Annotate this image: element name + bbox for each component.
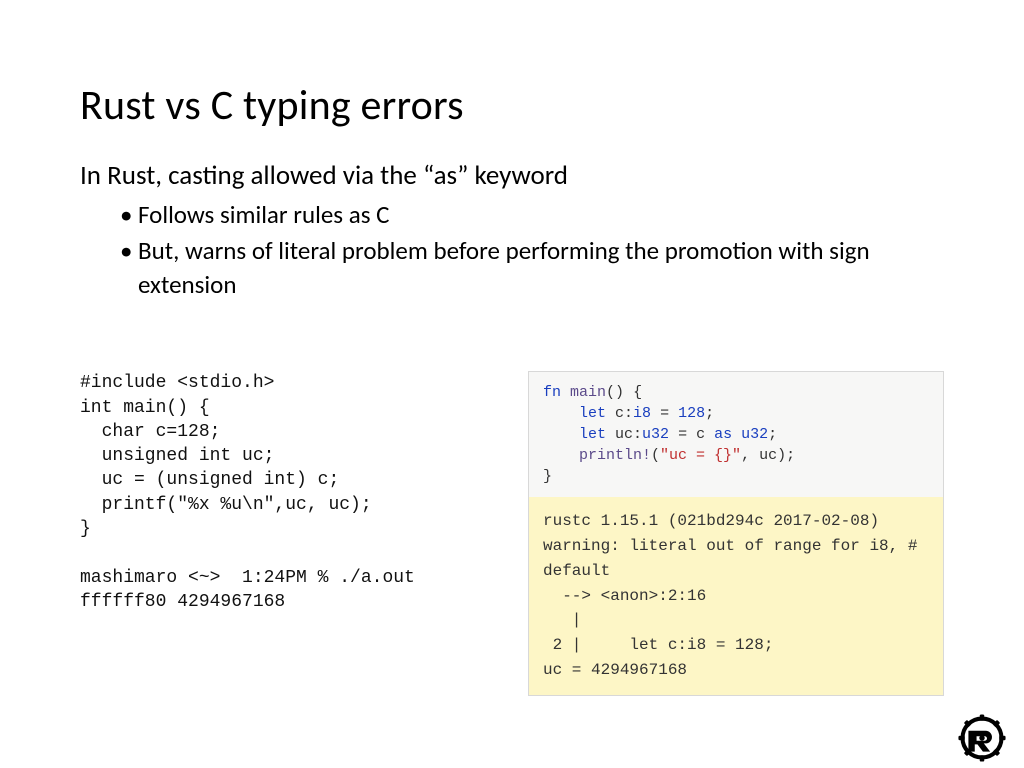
var: c: xyxy=(606,405,633,422)
rest: , uc); xyxy=(741,447,795,464)
rust-logo-icon xyxy=(954,714,1010,762)
columns: #include <stdio.h> int main() { char c=1… xyxy=(80,371,944,696)
eq: = xyxy=(651,405,678,422)
lead-text: In Rust, casting allowed via the “as” ke… xyxy=(80,159,944,192)
rust-code-block: fn main() { let c:i8 = 128; let uc:u32 =… xyxy=(529,372,943,497)
brace: { xyxy=(624,384,642,401)
slide-title: Rust vs C typing errors xyxy=(80,80,944,131)
eq: = c xyxy=(669,426,714,443)
bullet-list: Follows similar rules as C But, warns of… xyxy=(80,198,944,301)
paren: () xyxy=(606,384,624,401)
c-code-block: #include <stdio.h> int main() { char c=1… xyxy=(80,371,500,614)
brace: } xyxy=(543,468,552,485)
bullet-item: But, warns of literal problem before per… xyxy=(138,234,944,302)
string-lit: "uc = {}" xyxy=(660,447,741,464)
keyword-let: let xyxy=(579,405,606,422)
rust-panel: fn main() { let c:i8 = 128; let uc:u32 =… xyxy=(528,371,944,696)
type-u32: u32 xyxy=(642,426,669,443)
keyword-fn: fn xyxy=(543,384,561,401)
var: uc: xyxy=(606,426,642,443)
fn-name: main xyxy=(570,384,606,401)
indent xyxy=(543,426,579,443)
num-128: 128 xyxy=(678,405,705,422)
indent xyxy=(543,405,579,422)
type-u32: u32 xyxy=(741,426,768,443)
sp xyxy=(732,426,741,443)
rust-output-block: rustc 1.15.1 (021bd294c 2017-02-08) warn… xyxy=(529,497,943,695)
semi: ; xyxy=(768,426,777,443)
type-i8: i8 xyxy=(633,405,651,422)
semi: ; xyxy=(705,405,714,422)
indent xyxy=(543,447,579,464)
bullet-item: Follows similar rules as C xyxy=(138,198,944,232)
slide: Rust vs C typing errors In Rust, casting… xyxy=(0,0,1024,768)
println-macro: println! xyxy=(579,447,651,464)
keyword-as: as xyxy=(714,426,732,443)
keyword-let: let xyxy=(579,426,606,443)
